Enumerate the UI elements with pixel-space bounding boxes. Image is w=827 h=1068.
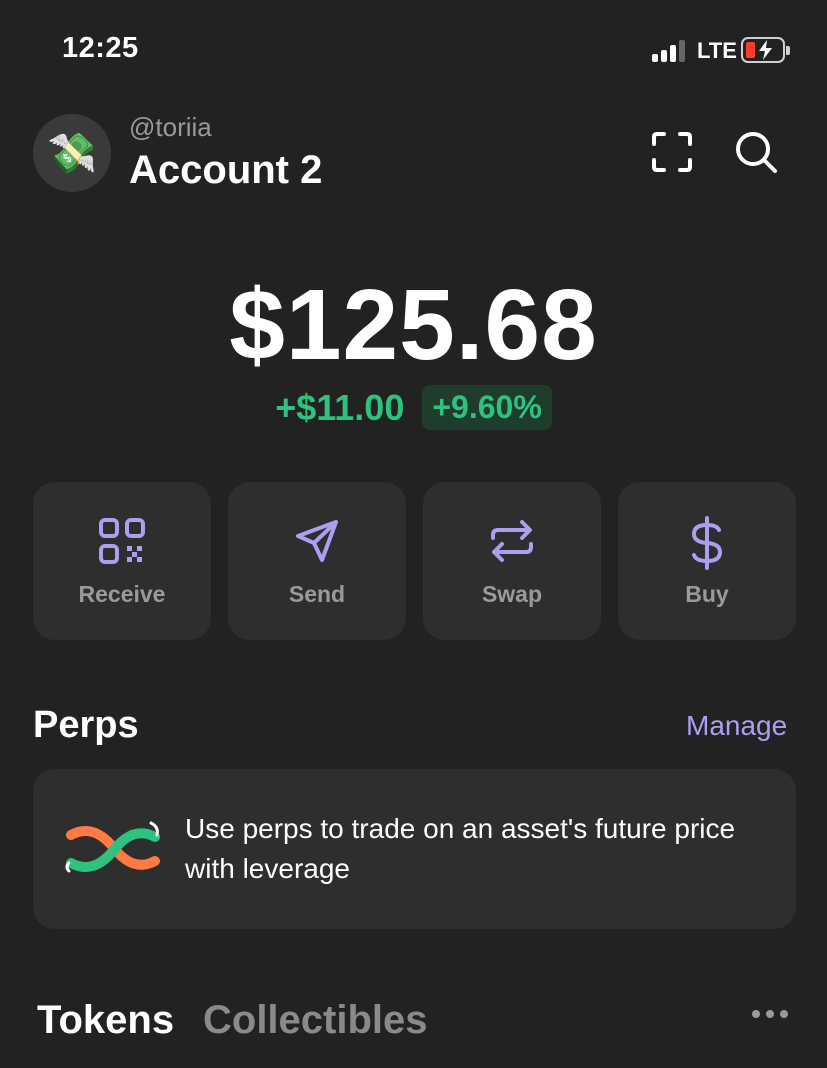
battery-icon xyxy=(741,37,790,63)
network-type: LTE xyxy=(697,38,737,63)
change-percent-badge: +9.60% xyxy=(422,385,552,430)
total-balance: $125.68 xyxy=(229,269,598,381)
more-options-icon[interactable] xyxy=(752,1008,792,1020)
send-label: Send xyxy=(288,581,346,607)
perps-card[interactable]: Use perps to trade on an asset's future … xyxy=(33,769,796,929)
receive-button[interactable]: Receive xyxy=(33,482,211,640)
buy-button[interactable]: Buy xyxy=(618,482,796,640)
perps-infinity-icon xyxy=(65,821,160,873)
swap-button[interactable]: Swap xyxy=(423,482,601,640)
send-button[interactable]: Send xyxy=(228,482,406,640)
account-name[interactable]: Account 2 xyxy=(129,148,322,193)
account-avatar[interactable]: 💸 xyxy=(33,114,111,192)
dollar-icon xyxy=(691,516,723,570)
search-button[interactable] xyxy=(732,128,780,176)
manage-link[interactable]: Manage xyxy=(686,710,787,742)
account-handle: @toriia xyxy=(129,112,212,142)
scan-button[interactable] xyxy=(648,128,696,176)
money-with-wings-icon: 💸 xyxy=(47,131,97,176)
buy-label: Buy xyxy=(685,581,729,607)
change-amount: +$11.00 xyxy=(275,386,405,428)
tab-collectibles[interactable]: Collectibles xyxy=(203,998,428,1043)
receive-label: Receive xyxy=(78,581,166,607)
perps-description: Use perps to trade on an asset's future … xyxy=(185,813,736,884)
swap-label: Swap xyxy=(481,581,543,607)
swap-arrows-icon xyxy=(491,520,533,562)
status-time: 12:25 xyxy=(62,32,139,64)
scan-icon xyxy=(652,132,692,172)
perps-heading: Perps xyxy=(33,704,139,746)
signal-icon xyxy=(652,40,688,62)
balance-change: +$11.00 +9.60% xyxy=(0,385,827,430)
search-icon xyxy=(736,132,777,173)
tab-tokens[interactable]: Tokens xyxy=(37,998,174,1043)
paper-plane-icon xyxy=(296,520,338,562)
qr-code-icon xyxy=(99,518,145,564)
